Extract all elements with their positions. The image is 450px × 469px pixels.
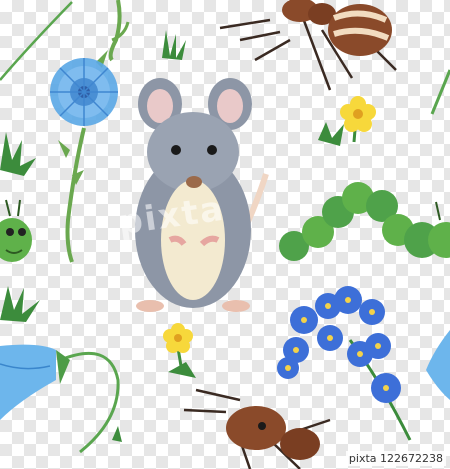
stem-right-edge [430,69,450,115]
buttercup-icon [340,96,376,143]
stock-id-label: pixta 122672238 [345,451,446,466]
buttercup-small-icon [163,323,196,378]
bellflower-right-icon [426,330,450,400]
pattern-canvas: pixta pixta 122672238 [0,0,450,469]
chicory-flower-icon [50,0,130,263]
watercolor-pattern [0,0,450,469]
forget-me-not-icon [277,286,412,441]
grass-small [112,426,122,442]
bellflower-icon [0,344,120,454]
mouse-icon [135,78,269,312]
caterpillar-right-icon [279,182,450,261]
ant-icon [219,0,397,91]
ant-bottom-icon [183,388,331,469]
caterpillar-left-icon [0,199,32,262]
